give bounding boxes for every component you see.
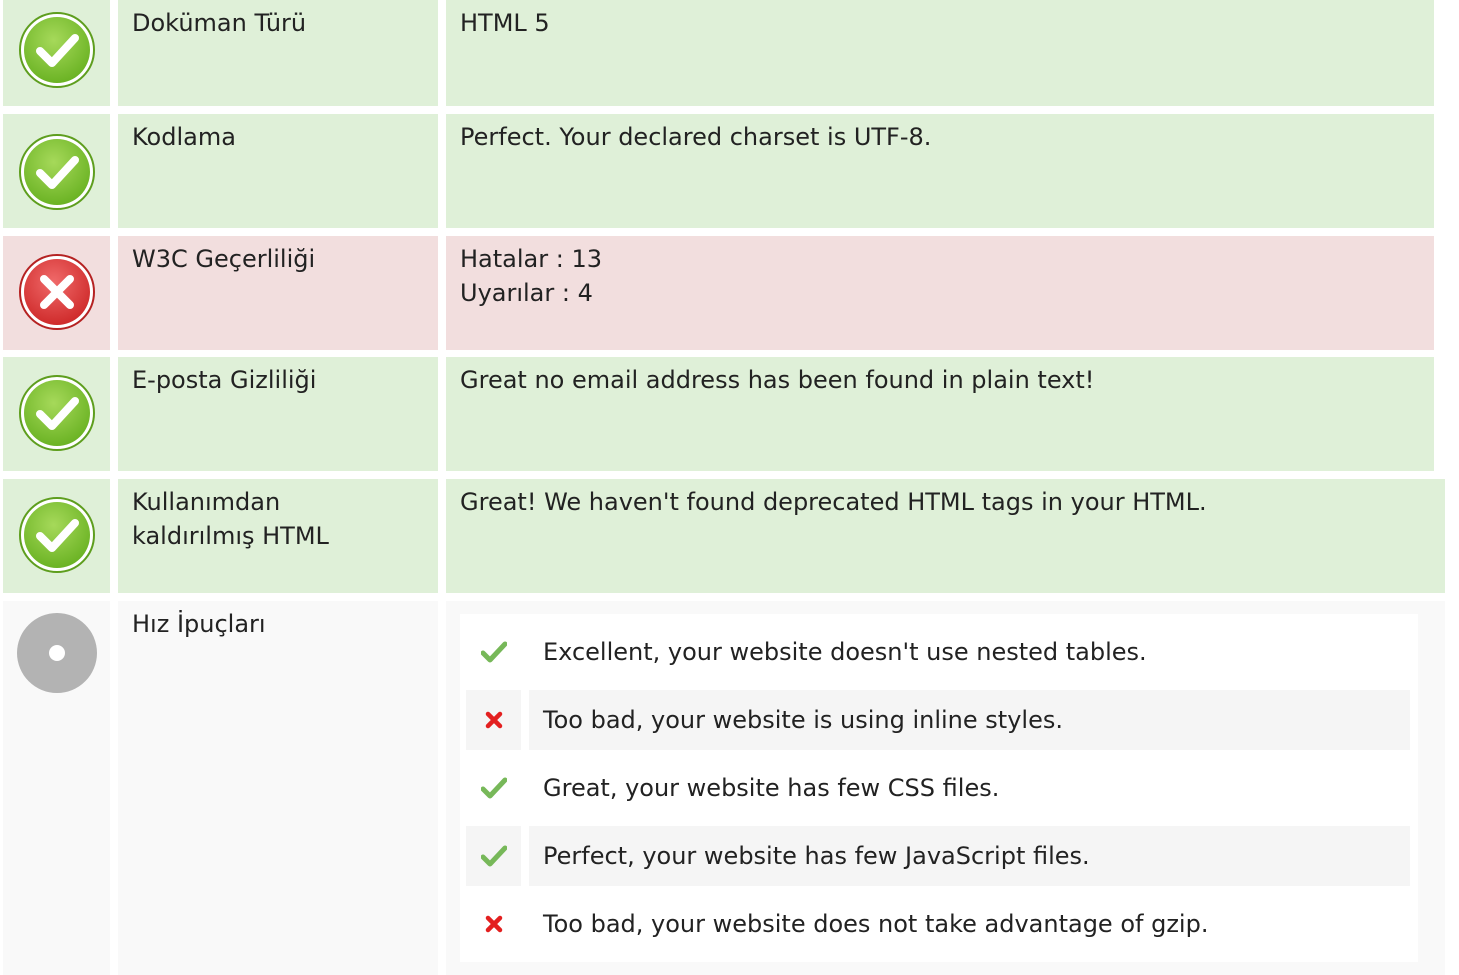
- row-value: Perfect. Your declared charset is UTF-8.: [446, 114, 1434, 228]
- row-label: Hız İpuçları: [118, 601, 438, 975]
- cross-mark-icon: [485, 711, 502, 729]
- label-line: kaldırılmış HTML: [132, 522, 329, 550]
- check-circle-icon: [19, 497, 95, 573]
- speed-tips-list: Excellent, your website doesn't use nest…: [460, 614, 1418, 962]
- check-circle-icon: [19, 12, 95, 88]
- check-mark-icon: [480, 777, 507, 799]
- result-row-email-privacy: E-posta Gizliliği Great no email address…: [0, 357, 1434, 471]
- row-label: E-posta Gizliliği: [118, 357, 438, 471]
- status-cell: [3, 114, 110, 228]
- result-row-w3c: W3C Geçerliliği Hatalar : 13 Uyarılar : …: [0, 236, 1434, 350]
- errors-count: Hatalar : 13: [460, 245, 602, 273]
- tip-text: Perfect, your website has few JavaScript…: [529, 826, 1410, 886]
- label-line: Kullanımdan: [132, 488, 281, 516]
- status-cell: [3, 601, 110, 975]
- speed-tip-item: Perfect, your website has few JavaScript…: [466, 826, 1410, 886]
- speed-tip-item: Great, your website has few CSS files.: [466, 758, 1410, 818]
- cross-mark-icon: [485, 915, 502, 933]
- error-circle-icon: [19, 254, 95, 330]
- row-value: Hatalar : 13 Uyarılar : 4: [446, 236, 1434, 350]
- result-row-deprecated-html: Kullanımdan kaldırılmış HTML Great! We h…: [0, 479, 1445, 593]
- status-cell: [3, 0, 110, 106]
- row-label: Doküman Türü: [118, 0, 438, 106]
- check-circle-icon: [19, 375, 95, 451]
- status-cell: [3, 236, 110, 350]
- row-value: HTML 5: [446, 0, 1434, 106]
- status-cell: [3, 357, 110, 471]
- speed-tip-item: Too bad, your website is using inline st…: [466, 690, 1410, 750]
- check-circle-icon: [19, 134, 95, 210]
- status-cell: [3, 479, 110, 593]
- neutral-circle-icon: [17, 613, 97, 693]
- tip-text: Too bad, your website does not take adva…: [543, 910, 1209, 938]
- tip-text: Excellent, your website doesn't use nest…: [543, 638, 1147, 666]
- row-label: Kodlama: [118, 114, 438, 228]
- value-text: Great! We haven't found deprecated HTML …: [460, 488, 1207, 516]
- value-text: Great no email address has been found in…: [460, 366, 1095, 394]
- result-row-encoding: Kodlama Perfect. Your declared charset i…: [0, 114, 1434, 228]
- value-text: Perfect. Your declared charset is UTF-8.: [460, 123, 932, 151]
- check-mark-icon: [480, 845, 507, 867]
- warnings-count: Uyarılar : 4: [460, 279, 593, 307]
- speed-tip-item: Excellent, your website doesn't use nest…: [466, 622, 1410, 682]
- tip-text: Great, your website has few CSS files.: [543, 774, 1000, 802]
- tip-text: Too bad, your website is using inline st…: [529, 690, 1410, 750]
- row-value: Great no email address has been found in…: [446, 357, 1434, 471]
- value-text: HTML 5: [460, 9, 550, 37]
- result-row-doctype: Doküman Türü HTML 5: [0, 0, 1434, 106]
- speed-tip-item: Too bad, your website does not take adva…: [466, 894, 1410, 954]
- check-mark-icon: [480, 641, 507, 663]
- row-value: Great! We haven't found deprecated HTML …: [446, 479, 1445, 593]
- row-label: W3C Geçerliliği: [118, 236, 438, 350]
- row-label: Kullanımdan kaldırılmış HTML: [118, 479, 438, 593]
